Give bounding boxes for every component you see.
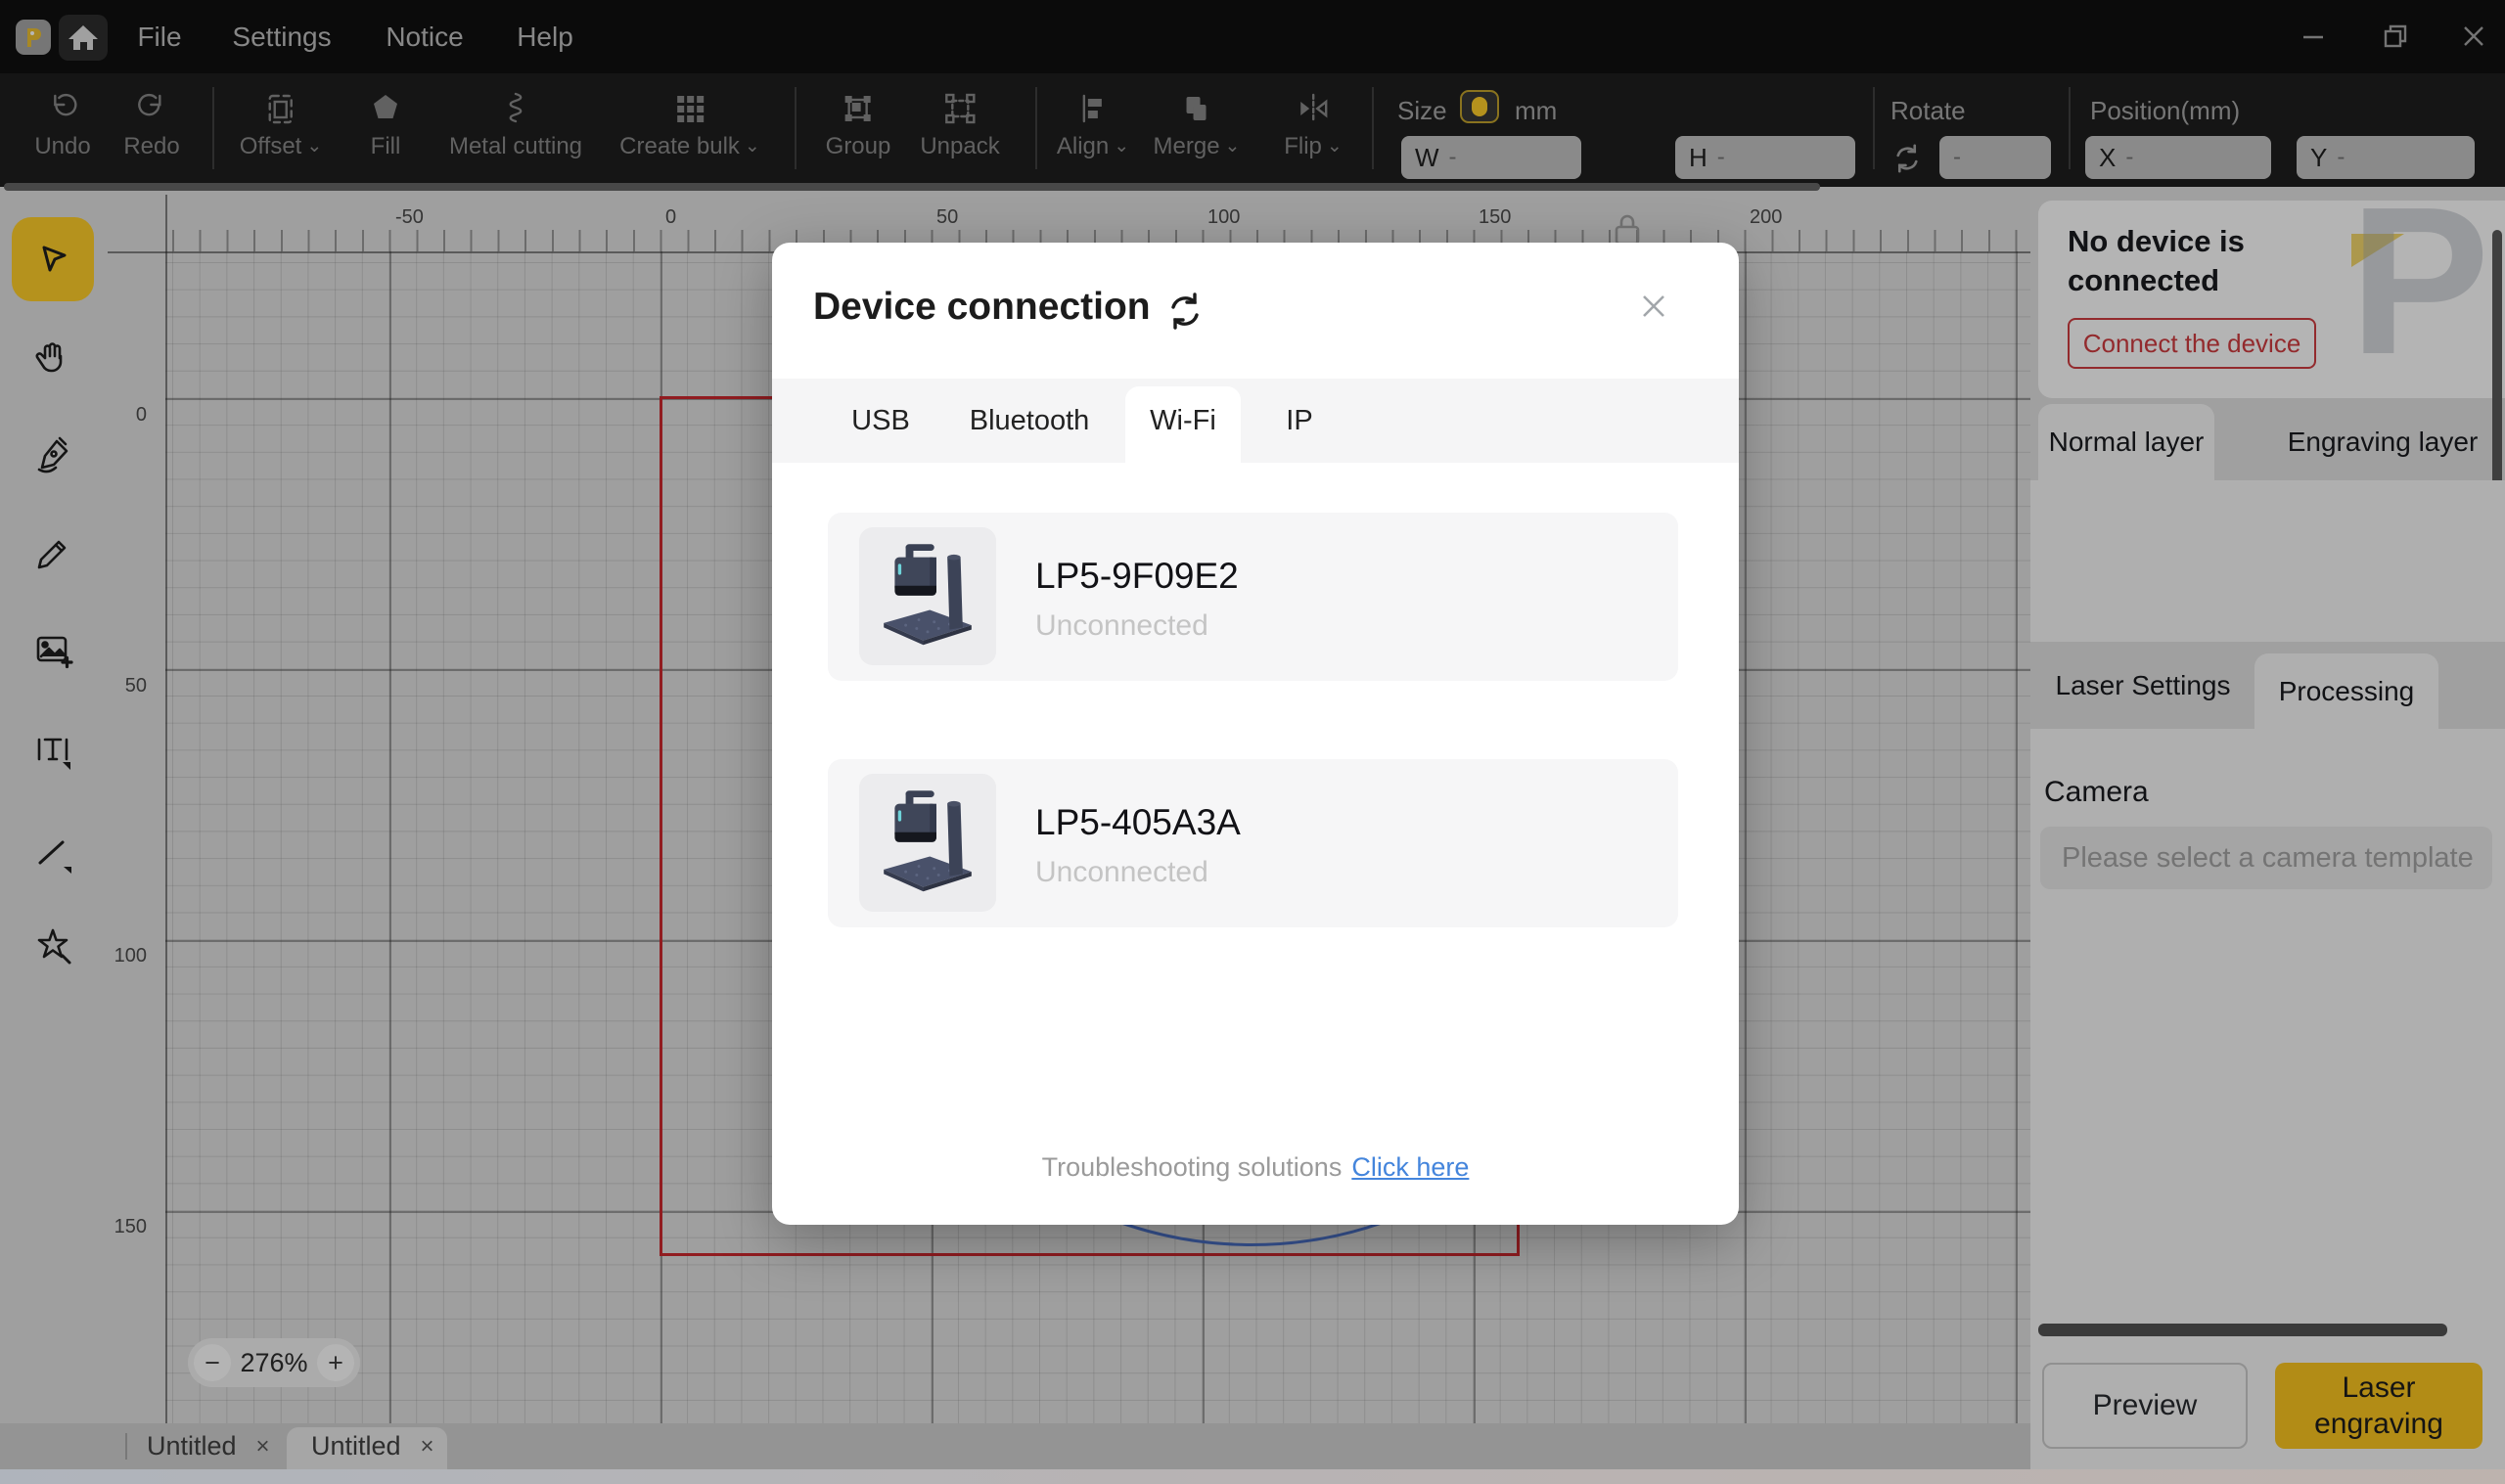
tab-ip[interactable]: IP bbox=[1286, 379, 1312, 463]
troubleshooting-footer: Troubleshooting solutions Click here bbox=[772, 1152, 1739, 1183]
laser-engraver-icon bbox=[873, 542, 982, 652]
device-list-item[interactable]: LP5-9F09E2 Unconnected bbox=[828, 513, 1678, 681]
device-status: Unconnected bbox=[1035, 856, 1208, 889]
modal-title: Device connection bbox=[813, 286, 1151, 329]
tab-usb[interactable]: USB bbox=[851, 379, 910, 463]
troubleshooting-link[interactable]: Click here bbox=[1351, 1152, 1469, 1182]
app-window: File Settings Notice Help Undo Redo Offs… bbox=[0, 0, 2505, 1484]
device-name: LP5-9F09E2 bbox=[1035, 556, 1239, 597]
device-list-item[interactable]: LP5-405A3A Unconnected bbox=[828, 759, 1678, 927]
modal-close-button[interactable] bbox=[1631, 284, 1676, 329]
device-thumbnail bbox=[859, 527, 996, 665]
connection-tab-bar: USB Bluetooth Wi-Fi IP bbox=[772, 379, 1739, 463]
close-icon bbox=[1637, 290, 1670, 323]
device-thumbnail bbox=[859, 774, 996, 912]
device-name: LP5-405A3A bbox=[1035, 802, 1241, 843]
tab-wifi[interactable]: Wi-Fi bbox=[1150, 379, 1216, 463]
device-status: Unconnected bbox=[1035, 609, 1208, 643]
device-connection-modal: Device connection USB Bluetooth Wi-Fi IP bbox=[772, 243, 1739, 1225]
troubleshooting-text: Troubleshooting solutions bbox=[1042, 1152, 1343, 1182]
tab-bluetooth[interactable]: Bluetooth bbox=[970, 379, 1090, 463]
laser-engraver-icon bbox=[873, 788, 982, 898]
refresh-icon[interactable] bbox=[1163, 290, 1207, 333]
